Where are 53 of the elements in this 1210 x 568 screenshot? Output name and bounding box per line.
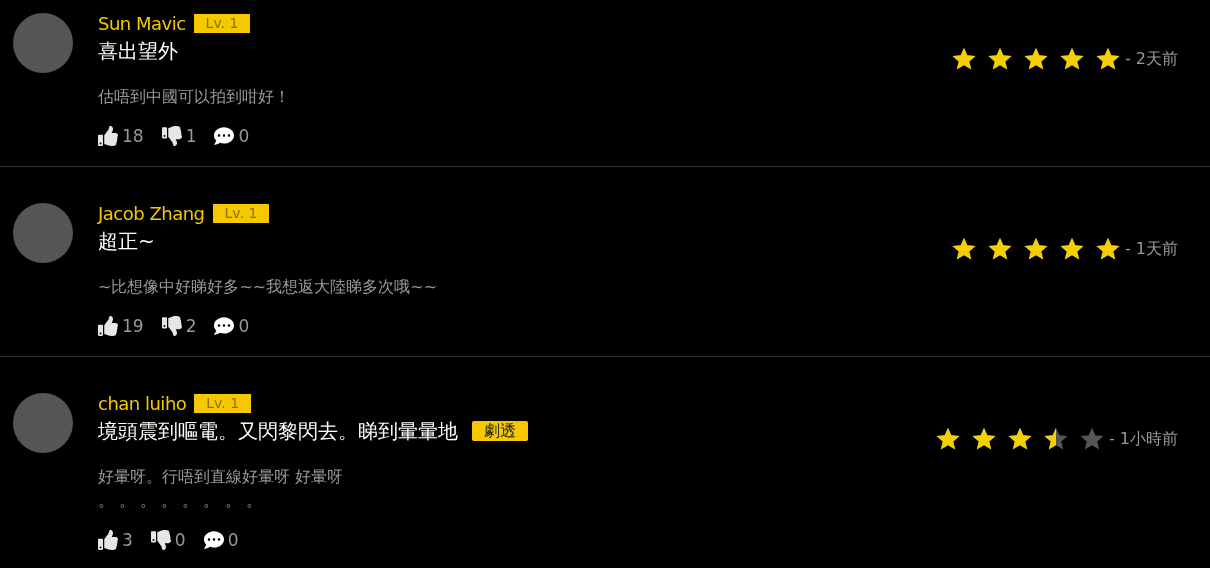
thumbs-up-icon[interactable]	[98, 530, 118, 550]
review-text: ~比想像中好睇好多~~我想返大陸睇多次哦~~	[98, 276, 439, 298]
thumbs-down-icon[interactable]	[150, 530, 171, 550]
like-count: 19	[122, 316, 144, 336]
star-icon	[1078, 426, 1105, 452]
star-icon	[950, 46, 977, 72]
review-title: 喜出望外	[98, 38, 178, 64]
dislike-count: 0	[174, 530, 186, 550]
comment-count: 0	[238, 316, 250, 336]
time-ago: - 1天前	[1124, 238, 1178, 260]
spoiler-tag: 劇透	[472, 421, 528, 441]
thumbs-up-icon[interactable]	[98, 316, 118, 336]
star-icon	[1058, 46, 1085, 72]
time-ago: - 2天前	[1124, 48, 1178, 70]
review-text: 估唔到中國可以拍到咁好！	[98, 86, 291, 108]
star-icon	[1006, 426, 1033, 452]
comment-icon[interactable]	[214, 316, 235, 336]
star-icon	[1094, 236, 1121, 262]
dislike-count: 2	[185, 316, 197, 336]
star-icon	[1058, 236, 1085, 262]
thumbs-down-icon[interactable]	[161, 316, 182, 336]
dislike-count: 1	[185, 126, 197, 146]
review-text: 好暈呀。行唔到直線好暈呀 好暈呀	[98, 466, 345, 488]
avatar	[13, 13, 73, 73]
user-name[interactable]: Jacob Zhang	[98, 203, 205, 224]
star-icon	[1022, 236, 1049, 262]
thumbs-up-icon[interactable]	[98, 126, 118, 146]
star-icon	[970, 426, 997, 452]
comment-icon[interactable]	[214, 126, 235, 146]
level-badge: Lv. 1	[212, 204, 270, 223]
like-count: 3	[122, 530, 133, 550]
user-name[interactable]: chan luiho	[98, 393, 187, 414]
level-badge: Lv. 1	[194, 394, 252, 413]
star-icon	[950, 236, 977, 262]
review-text: 。 。 。 。 。 。 。 。	[98, 490, 263, 512]
star-icon	[1094, 46, 1121, 72]
review-title: 境頭震到嘔電。又閃黎閃去。睇到暈暈地	[98, 418, 458, 444]
level-badge: Lv. 1	[193, 14, 251, 33]
star-icon	[1042, 426, 1069, 452]
star-icon	[934, 426, 961, 452]
avatar	[13, 203, 73, 263]
star-icon	[986, 46, 1013, 72]
time-ago: - 1小時前	[1108, 428, 1178, 450]
user-name[interactable]: Sun Mavic	[98, 13, 186, 34]
star-icon	[986, 236, 1013, 262]
comment-count: 0	[238, 126, 250, 146]
comment-icon[interactable]	[203, 530, 224, 550]
star-icon	[1022, 46, 1049, 72]
comment-count: 0	[227, 530, 239, 550]
avatar	[13, 393, 73, 453]
thumbs-down-icon[interactable]	[161, 126, 182, 146]
like-count: 18	[122, 126, 144, 146]
review-title: 超正~	[98, 228, 155, 254]
